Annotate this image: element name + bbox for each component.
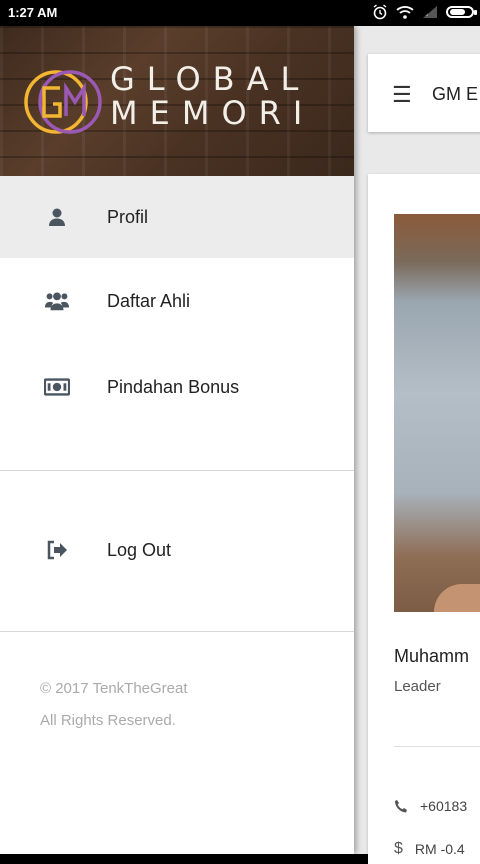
users-group-icon (44, 290, 70, 312)
balance-row: $ RM -0.4 (394, 840, 465, 858)
alarm-icon (373, 4, 387, 20)
app-title: GM E (432, 84, 479, 104)
menu-item-label: Pindahan Bonus (107, 376, 240, 397)
global-memori-logo (24, 70, 102, 134)
drawer-header: GLOBAL MEMORI (0, 26, 354, 176)
logout-label: Log Out (107, 539, 172, 560)
member-name: Muhamm (394, 646, 470, 666)
menu-item-label: Profil (107, 206, 149, 227)
menu-item-daftar-ahli[interactable]: Daftar Ahli (0, 258, 354, 344)
app-bar: ☰ GM E (368, 54, 480, 132)
drawer-menu: Profil Daftar Ahli Pindahan Bonus (0, 176, 354, 430)
balance-value: RM -0.4 (414, 841, 465, 857)
profile-photo (394, 214, 480, 612)
footer-copyright: © 2017 TenkTheGreat (40, 680, 188, 697)
logout-button[interactable]: Log Out (0, 510, 354, 590)
card-divider (394, 746, 480, 747)
hamburger-menu-icon[interactable]: ☰ (392, 82, 412, 108)
phone-number: +60183 (420, 798, 468, 814)
signal-icon (423, 6, 437, 18)
navigation-drawer: GLOBAL MEMORI Profil Daftar Ahli Pindaha… (0, 26, 354, 854)
drawer-divider (0, 631, 354, 632)
status-icons (372, 4, 477, 20)
footer-rights: All Rights Reserved. (40, 712, 176, 729)
member-role: Leader (394, 678, 441, 695)
logo-line-1: GLOBAL (110, 60, 311, 98)
drawer-divider (0, 470, 354, 471)
phone-row: +60183 (394, 798, 467, 814)
menu-item-profil[interactable]: Profil (0, 176, 354, 258)
user-icon (44, 206, 70, 228)
phone-icon (395, 800, 407, 813)
profile-card: Muhamm Leader +60183 $ RM -0.4 (368, 174, 480, 864)
status-time: 1:27 AM (8, 5, 58, 20)
money-bill-icon (44, 376, 70, 398)
menu-item-pindahan-bonus[interactable]: Pindahan Bonus (0, 344, 354, 430)
dollar-icon: $ (394, 840, 403, 857)
sign-out-icon (44, 539, 70, 561)
wifi-icon (396, 6, 414, 19)
menu-item-label: Daftar Ahli (107, 290, 191, 311)
status-bar: 1:27 AM (0, 0, 480, 26)
logo-line-2: MEMORI (110, 94, 315, 132)
battery-icon (446, 6, 477, 18)
logo-wordmark: GLOBAL MEMORI (110, 62, 314, 130)
